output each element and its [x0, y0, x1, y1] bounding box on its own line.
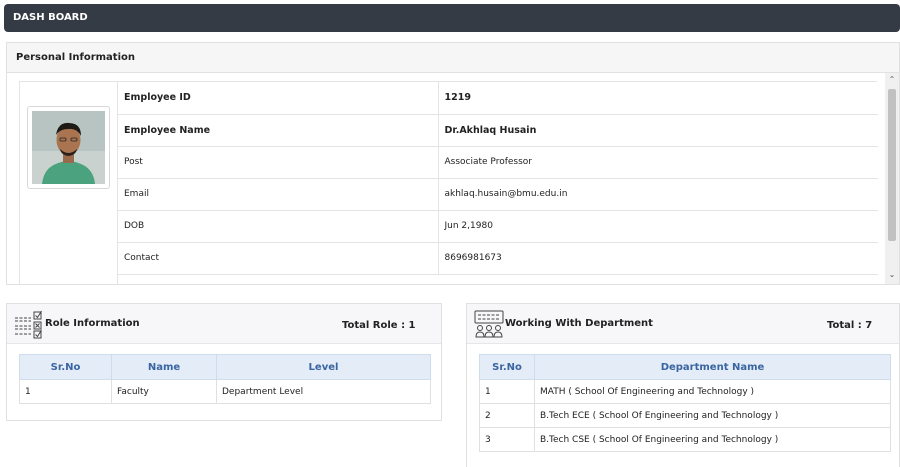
table-row: 3 B.Tech CSE ( School Of Engineering and…	[479, 427, 891, 452]
employee-photo	[27, 106, 110, 189]
working-department-title: Working With Department	[505, 318, 653, 329]
department-table: Sr.No Department Name 1 MATH ( School Of…	[479, 354, 891, 452]
col-department-name: Department Name	[534, 354, 891, 380]
checklist-icon	[15, 310, 42, 339]
photo-cell	[20, 82, 118, 284]
table-row: 1 Faculty Department Level	[19, 379, 431, 404]
role-table-header: Sr.No Name Level	[19, 354, 431, 380]
role-table: Sr.No Name Level 1 Faculty Department Le…	[19, 354, 431, 404]
role-information-title: Role Information	[45, 318, 140, 329]
scroll-thumb[interactable]	[888, 89, 896, 241]
personal-information-body: Employee ID 1219 Employee Name Dr.Akhlaq…	[19, 81, 878, 284]
row-email: Email akhlaq.husain@bmu.edu.in	[118, 178, 878, 211]
post-label: Post	[118, 146, 439, 179]
dept-sr-no: 1	[479, 379, 535, 404]
personal-information-title: Personal Information	[7, 43, 899, 73]
scroll-down-icon[interactable]: ⌄	[885, 268, 899, 282]
col-level: Level	[216, 354, 431, 380]
row-contact: Contact 8696981673	[118, 242, 878, 275]
dept-name: B.Tech CSE ( School Of Engineering and T…	[534, 427, 891, 452]
col-sr-no: Sr.No	[479, 354, 535, 380]
role-sr-no: 1	[19, 379, 112, 404]
employee-id-label: Employee ID	[118, 82, 439, 115]
col-sr-no: Sr.No	[19, 354, 112, 380]
scroll-up-icon[interactable]: ⌃	[885, 73, 899, 87]
col-name: Name	[111, 354, 217, 380]
department-table-header: Sr.No Department Name	[479, 354, 891, 380]
working-department-header: Working With Department Total : 7	[467, 304, 899, 344]
personal-info-table: Employee ID 1219 Employee Name Dr.Akhlaq…	[118, 82, 878, 275]
dept-sr-no: 2	[479, 403, 535, 428]
dept-name: B.Tech ECE ( School Of Engineering and T…	[534, 403, 891, 428]
employee-name-label: Employee Name	[118, 114, 439, 147]
personal-information-panel: Personal Information Employee ID 1219 Em…	[6, 42, 900, 285]
team-board-icon	[474, 310, 504, 338]
role-level: Department Level	[216, 379, 431, 404]
email-value: akhlaq.husain@bmu.edu.in	[438, 178, 878, 211]
contact-value: 8696981673	[438, 242, 878, 275]
email-label: Email	[118, 178, 439, 211]
role-information-card: Role Information Total Role : 1 Sr.No Na…	[6, 303, 442, 421]
personal-info-scrollbar[interactable]: ⌃ ⌄	[885, 73, 899, 284]
row-employee-id: Employee ID 1219	[118, 82, 878, 115]
row-post: Post Associate Professor	[118, 146, 878, 179]
dashboard-title: DASH BOARD	[13, 12, 88, 23]
table-row: 2 B.Tech ECE ( School Of Engineering and…	[479, 403, 891, 428]
row-employee-name: Employee Name Dr.Akhlaq Husain	[118, 114, 878, 147]
employee-name-value: Dr.Akhlaq Husain	[438, 114, 878, 147]
role-name: Faculty	[111, 379, 217, 404]
dob-label: DOB	[118, 210, 439, 243]
employee-id-value: 1219	[438, 82, 878, 115]
person-photo-icon	[32, 111, 105, 184]
total-role-count: Total Role : 1	[342, 320, 416, 331]
dept-sr-no: 3	[479, 427, 535, 452]
post-value: Associate Professor	[438, 146, 878, 179]
working-department-card: Working With Department Total : 7 Sr.No …	[466, 303, 900, 467]
total-department-count: Total : 7	[827, 320, 873, 331]
dashboard-header: DASH BOARD	[4, 4, 900, 32]
dept-name: MATH ( School Of Engineering and Technol…	[534, 379, 891, 404]
dob-value: Jun 2,1980	[438, 210, 878, 243]
row-dob: DOB Jun 2,1980	[118, 210, 878, 243]
contact-label: Contact	[118, 242, 439, 275]
table-row: 1 MATH ( School Of Engineering and Techn…	[479, 379, 891, 404]
role-information-header: Role Information Total Role : 1	[7, 304, 441, 344]
